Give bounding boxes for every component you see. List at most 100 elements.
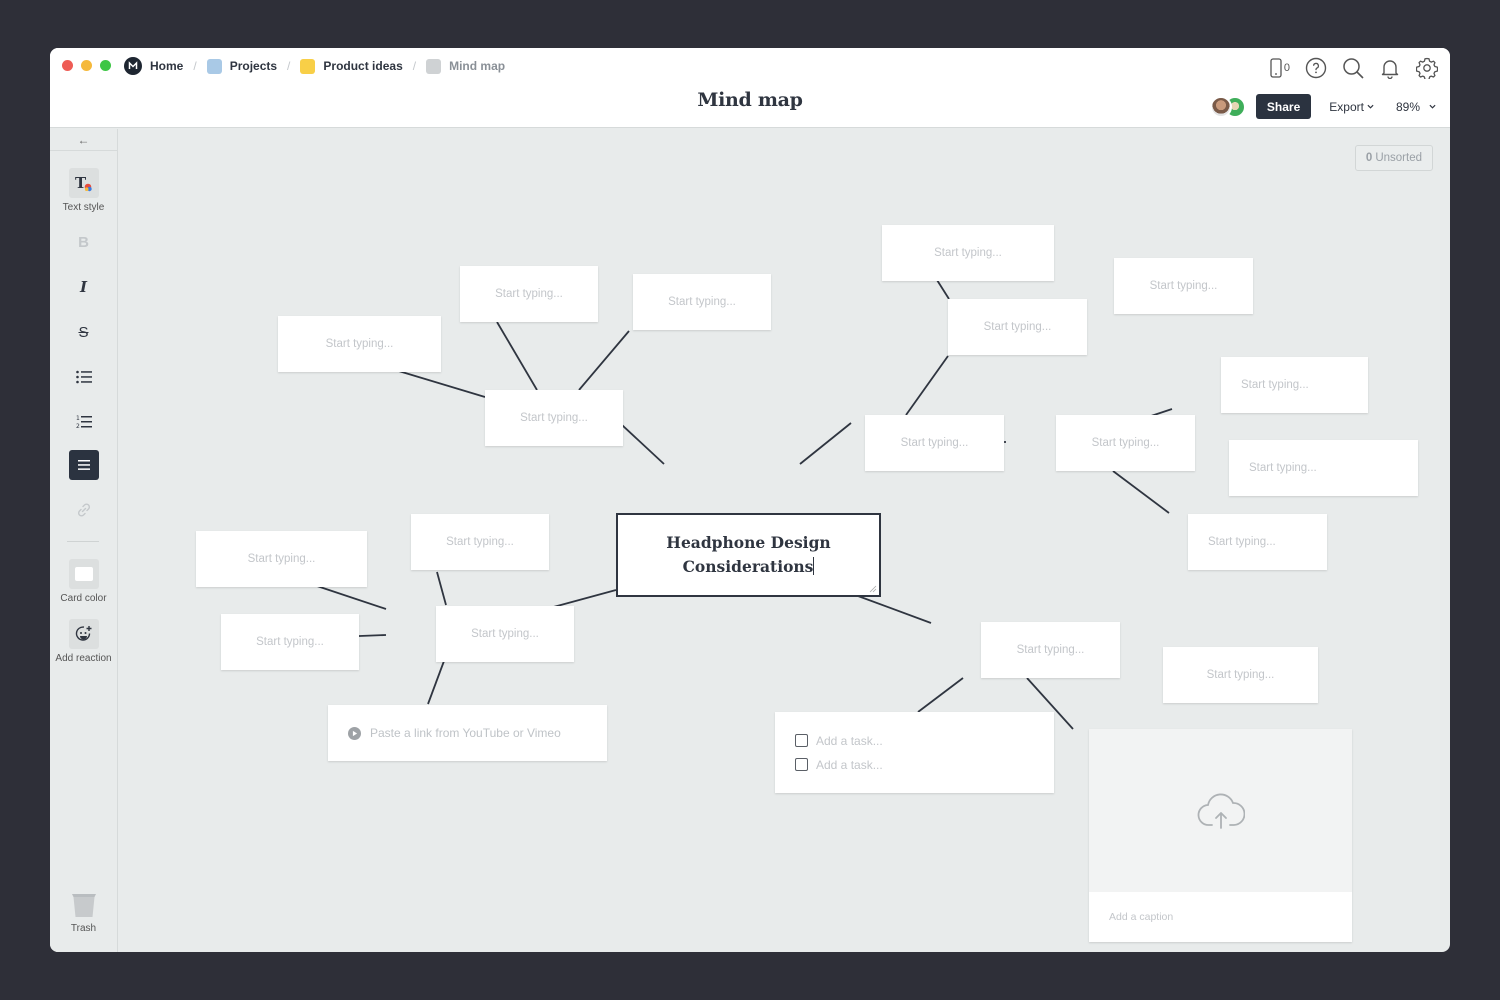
card-placeholder: Start typing... bbox=[668, 296, 736, 308]
task-checkbox[interactable] bbox=[795, 734, 808, 747]
card-placeholder: Start typing... bbox=[1249, 462, 1317, 474]
resize-handle-icon[interactable] bbox=[869, 585, 877, 593]
mind-map-card[interactable]: Start typing... bbox=[1163, 647, 1318, 703]
svg-text:2: 2 bbox=[76, 423, 80, 430]
mind-map-card[interactable]: Start typing... bbox=[1188, 514, 1327, 570]
breadcrumb-mind-map[interactable]: Mind map bbox=[426, 58, 505, 74]
video-link-card[interactable]: Paste a link from YouTube or Vimeo bbox=[328, 705, 607, 761]
board-color-icon bbox=[426, 58, 442, 74]
mind-map-card[interactable]: Start typing... bbox=[633, 274, 771, 330]
collaborators[interactable] bbox=[1209, 95, 1246, 118]
mind-map-card[interactable]: Start typing... bbox=[221, 614, 359, 670]
mind-map-card[interactable]: Start typing... bbox=[981, 622, 1120, 678]
task-checkbox[interactable] bbox=[795, 758, 808, 771]
mind-map-card[interactable]: Start typing... bbox=[460, 266, 598, 322]
card-placeholder: Start typing... bbox=[934, 247, 1002, 259]
settings-button[interactable] bbox=[1415, 56, 1438, 79]
mind-map-card[interactable]: Start typing... bbox=[1114, 258, 1253, 314]
window-close-button[interactable] bbox=[62, 60, 73, 71]
board-canvas[interactable]: 0 Unsorted Headphone Design Consideratio… bbox=[118, 129, 1450, 952]
breadcrumb-product-ideas[interactable]: Product ideas bbox=[300, 58, 403, 74]
collapse-sidebar-button[interactable]: ← bbox=[50, 129, 117, 151]
search-button[interactable] bbox=[1341, 56, 1364, 79]
mind-map-card[interactable]: Start typing... bbox=[1229, 440, 1418, 496]
mind-map-card[interactable]: Start typing... bbox=[485, 390, 623, 446]
task-placeholder: Add a task... bbox=[816, 757, 883, 772]
help-button[interactable] bbox=[1304, 56, 1327, 79]
card-color-icon bbox=[68, 559, 99, 589]
card-placeholder: Start typing... bbox=[325, 338, 394, 350]
central-node-card[interactable]: Headphone Design Considerations bbox=[616, 513, 881, 597]
task-item[interactable]: Add a task... bbox=[795, 734, 883, 748]
connector-line bbox=[1112, 470, 1170, 514]
tool-bold[interactable]: B bbox=[50, 227, 117, 257]
image-caption-input[interactable]: Add a caption bbox=[1089, 892, 1352, 942]
mind-map-card[interactable]: Start typing... bbox=[411, 514, 549, 570]
avatar[interactable] bbox=[1209, 95, 1232, 118]
breadcrumb-projects[interactable]: Projects bbox=[206, 58, 278, 74]
tool-strikethrough[interactable]: S bbox=[50, 317, 117, 347]
task-placeholder: Add a task... bbox=[816, 733, 883, 748]
tool-link[interactable] bbox=[50, 495, 117, 525]
connector-line bbox=[799, 422, 852, 465]
board-color-icon bbox=[206, 58, 222, 74]
tool-numbered-list[interactable]: 12 bbox=[50, 407, 117, 437]
window-minimize-button[interactable] bbox=[81, 60, 92, 71]
image-upload-zone[interactable] bbox=[1089, 729, 1352, 892]
mind-map-card[interactable]: Start typing... bbox=[278, 316, 441, 372]
top-bar: Home / Projects / Product ideas / Mind m… bbox=[50, 48, 1450, 128]
add-reaction-icon bbox=[68, 619, 99, 649]
trash-icon bbox=[70, 891, 98, 919]
tool-align[interactable] bbox=[50, 450, 117, 480]
zoom-dropdown[interactable]: 89% bbox=[1396, 100, 1436, 114]
breadcrumb-separator: / bbox=[193, 59, 197, 73]
mind-map-card[interactable]: Start typing... bbox=[948, 299, 1087, 355]
window-maximize-button[interactable] bbox=[100, 60, 111, 71]
trash-button[interactable]: Trash bbox=[50, 891, 117, 934]
breadcrumb-home[interactable]: Home bbox=[124, 57, 183, 75]
tool-italic[interactable]: I bbox=[50, 272, 117, 302]
unsorted-button[interactable]: 0 Unsorted bbox=[1354, 145, 1433, 171]
tool-add-reaction[interactable]: Add reaction bbox=[50, 619, 117, 664]
mind-map-card[interactable]: Start typing... bbox=[436, 606, 574, 662]
breadcrumb-label: Projects bbox=[229, 59, 278, 73]
task-item[interactable]: Add a task... bbox=[795, 758, 883, 772]
tool-bulleted-list[interactable] bbox=[50, 362, 117, 392]
mind-map-card[interactable]: Start typing... bbox=[196, 531, 367, 587]
card-placeholder: Start typing... bbox=[1091, 437, 1160, 449]
card-placeholder: Start typing... bbox=[1241, 379, 1309, 391]
bell-icon bbox=[1381, 59, 1398, 79]
card-placeholder: Start typing... bbox=[471, 628, 539, 640]
tool-sidebar: ← T Text style B I S 12 Card color Add r… bbox=[50, 129, 118, 952]
card-placeholder: Start typing... bbox=[900, 437, 969, 449]
connector-line bbox=[391, 368, 486, 398]
mind-map-card[interactable]: Start typing... bbox=[1221, 357, 1368, 413]
bulleted-list-icon bbox=[69, 362, 99, 392]
mobile-device-button[interactable]: 0 bbox=[1270, 56, 1290, 79]
video-link-placeholder: Paste a link from YouTube or Vimeo bbox=[370, 726, 561, 740]
mind-map-card[interactable]: Start typing... bbox=[1056, 415, 1195, 471]
mind-map-card[interactable]: Start typing... bbox=[865, 415, 1004, 471]
connector-line bbox=[857, 595, 932, 624]
breadcrumb: Home / Projects / Product ideas / Mind m… bbox=[124, 57, 505, 75]
sidebar-divider bbox=[67, 541, 99, 542]
card-placeholder: Start typing... bbox=[983, 321, 1052, 333]
unsorted-count: 0 bbox=[1365, 152, 1373, 164]
tool-card-color[interactable]: Card color bbox=[50, 559, 117, 604]
task-list-card[interactable]: Add a task... Add a task... bbox=[775, 712, 1054, 793]
notifications-button[interactable] bbox=[1378, 56, 1401, 79]
export-dropdown[interactable]: Export bbox=[1329, 100, 1374, 114]
numbered-list-icon: 12 bbox=[69, 407, 99, 437]
connector-line bbox=[427, 660, 445, 705]
svg-text:1: 1 bbox=[76, 415, 80, 422]
link-icon bbox=[69, 495, 99, 525]
breadcrumb-separator: / bbox=[412, 59, 417, 73]
mind-map-card[interactable]: Start typing... bbox=[882, 225, 1054, 281]
tool-label: Text style bbox=[62, 202, 105, 213]
tool-text-style[interactable]: T Text style bbox=[50, 168, 117, 213]
image-upload-card[interactable]: Add a caption bbox=[1089, 729, 1352, 942]
share-button[interactable]: Share bbox=[1255, 94, 1312, 119]
device-count: 0 bbox=[1283, 61, 1290, 74]
play-icon bbox=[348, 726, 361, 740]
settings-gear-icon bbox=[1415, 57, 1438, 79]
